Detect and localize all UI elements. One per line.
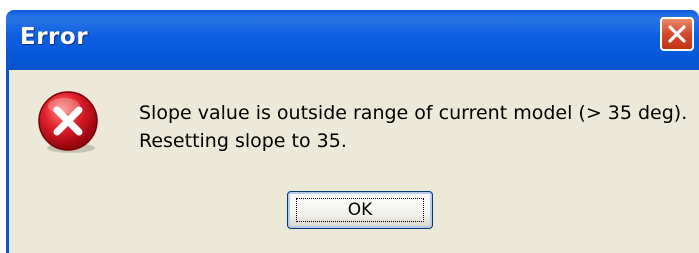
error-message: Slope value is outside range of current … <box>139 99 687 155</box>
dialog-title: Error <box>20 24 89 50</box>
ok-button-label: OK <box>296 198 424 222</box>
ok-button[interactable]: OK <box>287 191 433 229</box>
close-button[interactable] <box>660 17 694 51</box>
error-icon <box>38 91 98 153</box>
dialog-body: Slope value is outside range of current … <box>6 70 699 253</box>
message-line-1: Slope value is outside range of current … <box>139 102 688 124</box>
error-dialog: Error Slope value is outside range of cu… <box>0 0 699 253</box>
close-icon <box>668 25 686 43</box>
message-line-2: Resetting slope to 35. <box>139 130 347 152</box>
title-bar[interactable]: Error <box>6 10 699 70</box>
